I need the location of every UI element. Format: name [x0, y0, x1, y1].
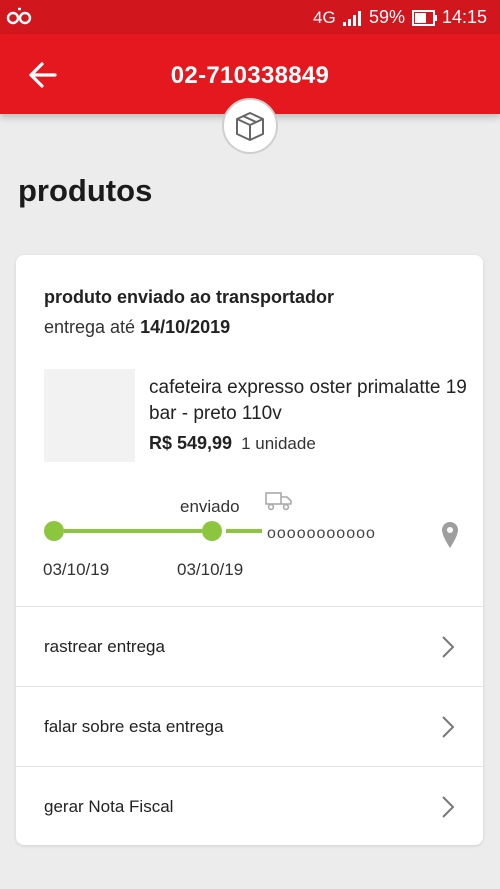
- timeline-step-1: [44, 521, 64, 541]
- order-number-title: 02-710338849: [170, 62, 330, 89]
- order-card: produto enviado ao transportador entrega…: [16, 255, 483, 845]
- product-image: [44, 369, 135, 462]
- track-delivery-label: rastrear entrega: [44, 637, 165, 656]
- section-title: produtos: [18, 173, 153, 208]
- timeline-step-2: [202, 521, 222, 541]
- generate-invoice-label: gerar Nota Fiscal: [44, 797, 174, 816]
- delivery-prefix: entrega até: [44, 317, 136, 337]
- delivery-date: 14/10/2019: [140, 317, 231, 337]
- package-icon: [236, 112, 264, 141]
- timeline-pending-steps: ooooooooooo: [267, 525, 376, 542]
- app-notification-icon: [6, 7, 32, 25]
- product-quantity: 1 unidade: [241, 434, 316, 453]
- package-badge: [222, 98, 278, 154]
- timeline-progress-bar: [64, 529, 202, 533]
- timeline-date-1: 03/10/19: [43, 560, 110, 579]
- truck-icon: [265, 492, 292, 511]
- network-type: 4G: [313, 8, 336, 27]
- chevron-right-icon: [442, 716, 455, 738]
- track-delivery-row[interactable]: rastrear entrega: [16, 606, 483, 686]
- order-status: produto enviado ao transportador: [44, 287, 335, 307]
- product-price: R$ 549,99: [149, 433, 233, 453]
- generate-invoice-row[interactable]: gerar Nota Fiscal: [16, 766, 483, 846]
- chevron-right-icon: [442, 796, 455, 818]
- battery-icon: [412, 10, 437, 26]
- battery-percent: 59%: [369, 7, 406, 27]
- chevron-right-icon: [442, 636, 455, 658]
- talk-about-delivery-row[interactable]: falar sobre esta entrega: [16, 686, 483, 766]
- status-bar: 4G 59% 14:15: [0, 0, 500, 34]
- clock: 14:15: [442, 7, 488, 27]
- timeline-progress-bar-partial: [226, 529, 262, 533]
- delivery-estimate: entrega até 14/10/2019: [44, 317, 230, 338]
- product-name: cafeteira expresso oster primalatte 19 b…: [149, 377, 467, 424]
- signal-icon: [343, 11, 361, 26]
- tracking-step-label: enviado: [180, 497, 240, 516]
- timeline-date-2: 03/10/19: [177, 560, 244, 579]
- location-pin-icon: [442, 522, 458, 548]
- price-row: R$ 549,99 1 unidade: [149, 433, 316, 454]
- talk-about-delivery-label: falar sobre esta entrega: [44, 717, 224, 736]
